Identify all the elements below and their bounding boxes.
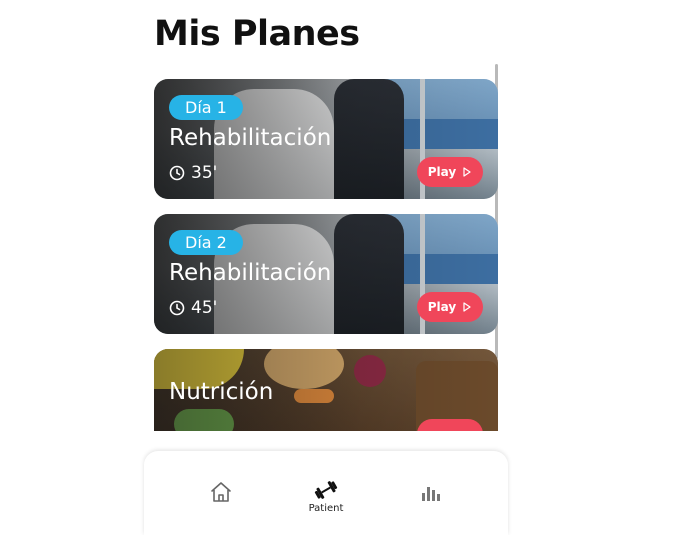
bar-chart-icon (422, 487, 440, 501)
plan-card-day-1[interactable]: Día 1 Rehabilitación 35' Play (154, 79, 498, 199)
plan-title: Nutrición (169, 379, 274, 405)
plan-card-day-2[interactable]: Día 2 Rehabilitación 45' Play (154, 214, 498, 334)
play-button[interactable]: Play (417, 292, 483, 322)
clock-icon (169, 300, 185, 316)
nav-item-stats[interactable] (400, 481, 460, 503)
duration-value: 45' (191, 298, 218, 318)
page-title: Mis Planes (154, 14, 360, 54)
play-button[interactable]: Play (417, 157, 483, 187)
plan-title: Rehabilitación (169, 125, 332, 151)
play-icon (463, 302, 471, 312)
nav-item-patient[interactable]: Patient (296, 479, 356, 514)
day-badge: Día 2 (169, 230, 243, 255)
plan-duration: 45' (169, 298, 217, 318)
play-button[interactable] (417, 419, 483, 431)
nav-label: Patient (308, 503, 344, 514)
day-badge: Día 1 (169, 95, 243, 120)
nav-item-home[interactable] (191, 481, 251, 503)
play-label: Play (427, 300, 457, 314)
plan-title: Rehabilitación (169, 260, 332, 286)
duration-value: 35' (191, 163, 218, 183)
clock-icon (169, 165, 185, 181)
plan-card-nutrition[interactable]: Nutrición (154, 349, 498, 431)
play-label: Play (427, 165, 457, 179)
play-icon (463, 167, 471, 177)
bottom-nav: Patient (144, 451, 508, 535)
dumbbell-icon (314, 481, 338, 499)
plan-duration: 35' (169, 163, 217, 183)
home-icon (211, 482, 231, 502)
plans-list[interactable]: Día 1 Rehabilitación 35' Play Día 2 Reha… (154, 79, 498, 431)
